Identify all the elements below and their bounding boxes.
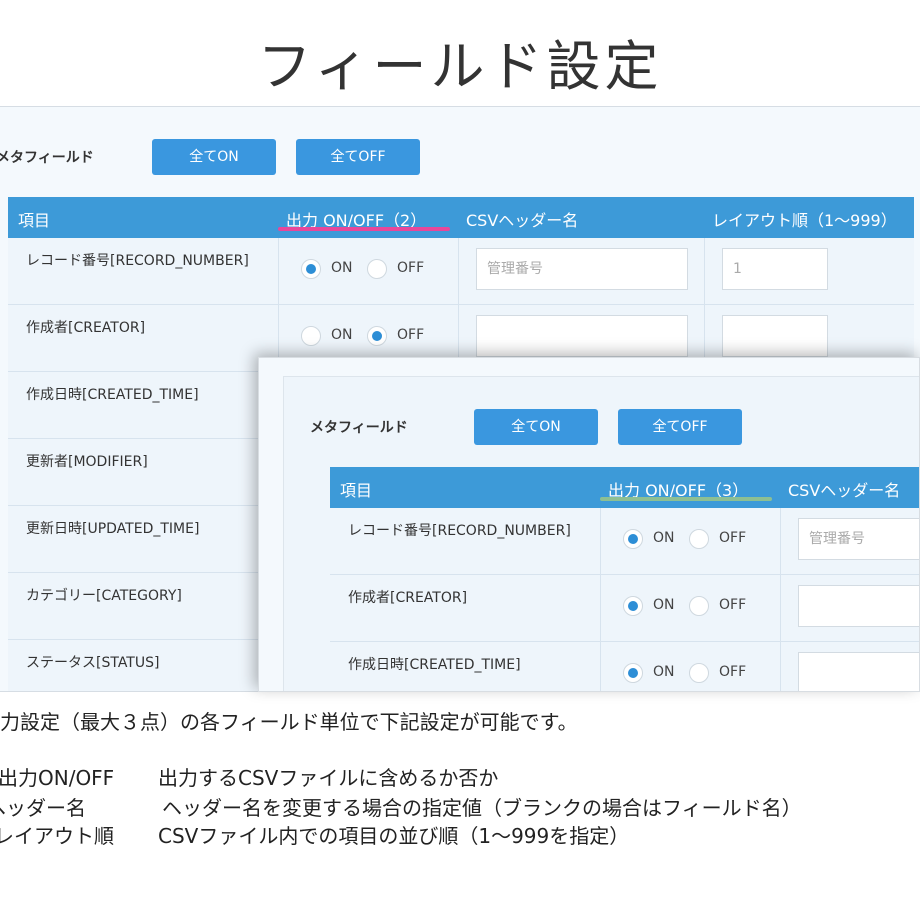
radio-off-label: OFF — [719, 530, 747, 546]
page-title: フィールド設定 — [257, 35, 663, 98]
table-row: 作成者[CREATOR] ON OFF — [330, 575, 919, 642]
desc-term: レイアウト順 — [0, 824, 114, 848]
header-item: 項目 — [340, 481, 373, 500]
field-name: 作成者[CREATOR] — [348, 590, 468, 606]
table-row: レコード番号[RECORD_NUMBER] ON OFF 管理番号 1 — [8, 238, 914, 305]
highlight-underline — [278, 227, 450, 231]
radio-on[interactable] — [301, 326, 321, 346]
csv-header-input[interactable] — [476, 315, 688, 357]
radio-on-label: ON — [653, 597, 675, 613]
csv-header-input[interactable] — [798, 652, 919, 691]
radio-off-label: OFF — [719, 597, 747, 613]
radio-off[interactable] — [367, 259, 387, 279]
radio-off[interactable] — [367, 326, 387, 346]
header-item: 項目 — [18, 211, 51, 230]
radio-on-label: ON — [653, 664, 675, 680]
all-on-button[interactable]: 全てON — [474, 409, 598, 445]
field-name: レコード番号[RECORD_NUMBER] — [26, 253, 249, 269]
header-layout: レイアウト順（1～999） — [712, 211, 897, 230]
layout-order-input[interactable]: 1 — [722, 248, 828, 290]
front-screenshot: メタフィールド 全てON 全てOFF 項目 出力 ON/OFF（3） CSVヘッ… — [258, 357, 920, 692]
field-name: ステータス[STATUS] — [26, 655, 160, 671]
csv-header-input[interactable]: 管理番号 — [798, 518, 919, 560]
table-header: 項目 出力 ON/OFF（3） CSVヘッダー名 — [330, 467, 919, 508]
header-csv: CSVヘッダー名 — [466, 211, 579, 230]
desc-term: 出力ON/OFF — [0, 766, 115, 790]
radio-off[interactable] — [689, 596, 709, 616]
radio-on[interactable] — [623, 663, 643, 683]
radio-off[interactable] — [689, 663, 709, 683]
table-header: 項目 出力 ON/OFF（2） CSVヘッダー名 レイアウト順（1～999） — [8, 197, 914, 238]
field-name: 作成日時[CREATED_TIME] — [26, 387, 199, 403]
meta-field-label: メタフィールド — [310, 420, 408, 436]
radio-off-label: OFF — [397, 327, 425, 343]
field-name: 更新日時[UPDATED_TIME] — [26, 521, 200, 537]
highlight-underline — [600, 497, 772, 501]
desc-text: CSVファイル内での項目の並び順（1～999を指定） — [158, 824, 630, 848]
layout-order-input[interactable] — [722, 315, 828, 357]
radio-off-label: OFF — [397, 260, 425, 276]
radio-on-label: ON — [331, 327, 353, 343]
field-name: カテゴリー[CATEGORY] — [26, 588, 182, 604]
description-intro: 力設定（最大３点）の各フィールド単位で下記設定が可能です。 — [0, 710, 578, 734]
csv-header-input[interactable]: 管理番号 — [476, 248, 688, 290]
field-name: 更新者[MODIFIER] — [26, 454, 148, 470]
desc-term: ヘッダー名 — [0, 796, 86, 820]
field-name: 作成者[CREATOR] — [26, 320, 146, 336]
radio-on[interactable] — [623, 596, 643, 616]
field-name: 作成日時[CREATED_TIME] — [348, 657, 521, 673]
radio-on-label: ON — [331, 260, 353, 276]
csv-header-input[interactable] — [798, 585, 919, 627]
radio-off-label: OFF — [719, 664, 747, 680]
field-name: レコード番号[RECORD_NUMBER] — [348, 523, 571, 539]
radio-on-label: ON — [653, 530, 675, 546]
desc-text: ヘッダー名を変更する場合の指定値（ブランクの場合はフィールド名） — [162, 796, 802, 820]
meta-field-label: メタフィールド — [0, 150, 94, 166]
all-on-button[interactable]: 全てON — [152, 139, 276, 175]
table-row: 作成日時[CREATED_TIME] ON OFF — [330, 642, 919, 691]
header-csv: CSVヘッダー名 — [788, 481, 901, 500]
all-off-button[interactable]: 全てOFF — [296, 139, 420, 175]
table-row: レコード番号[RECORD_NUMBER] ON OFF 管理番号 — [330, 508, 919, 575]
desc-text: 出力するCSVファイルに含めるか否か — [158, 766, 499, 790]
radio-off[interactable] — [689, 529, 709, 549]
all-off-button[interactable]: 全てOFF — [618, 409, 742, 445]
radio-on[interactable] — [301, 259, 321, 279]
radio-on[interactable] — [623, 529, 643, 549]
